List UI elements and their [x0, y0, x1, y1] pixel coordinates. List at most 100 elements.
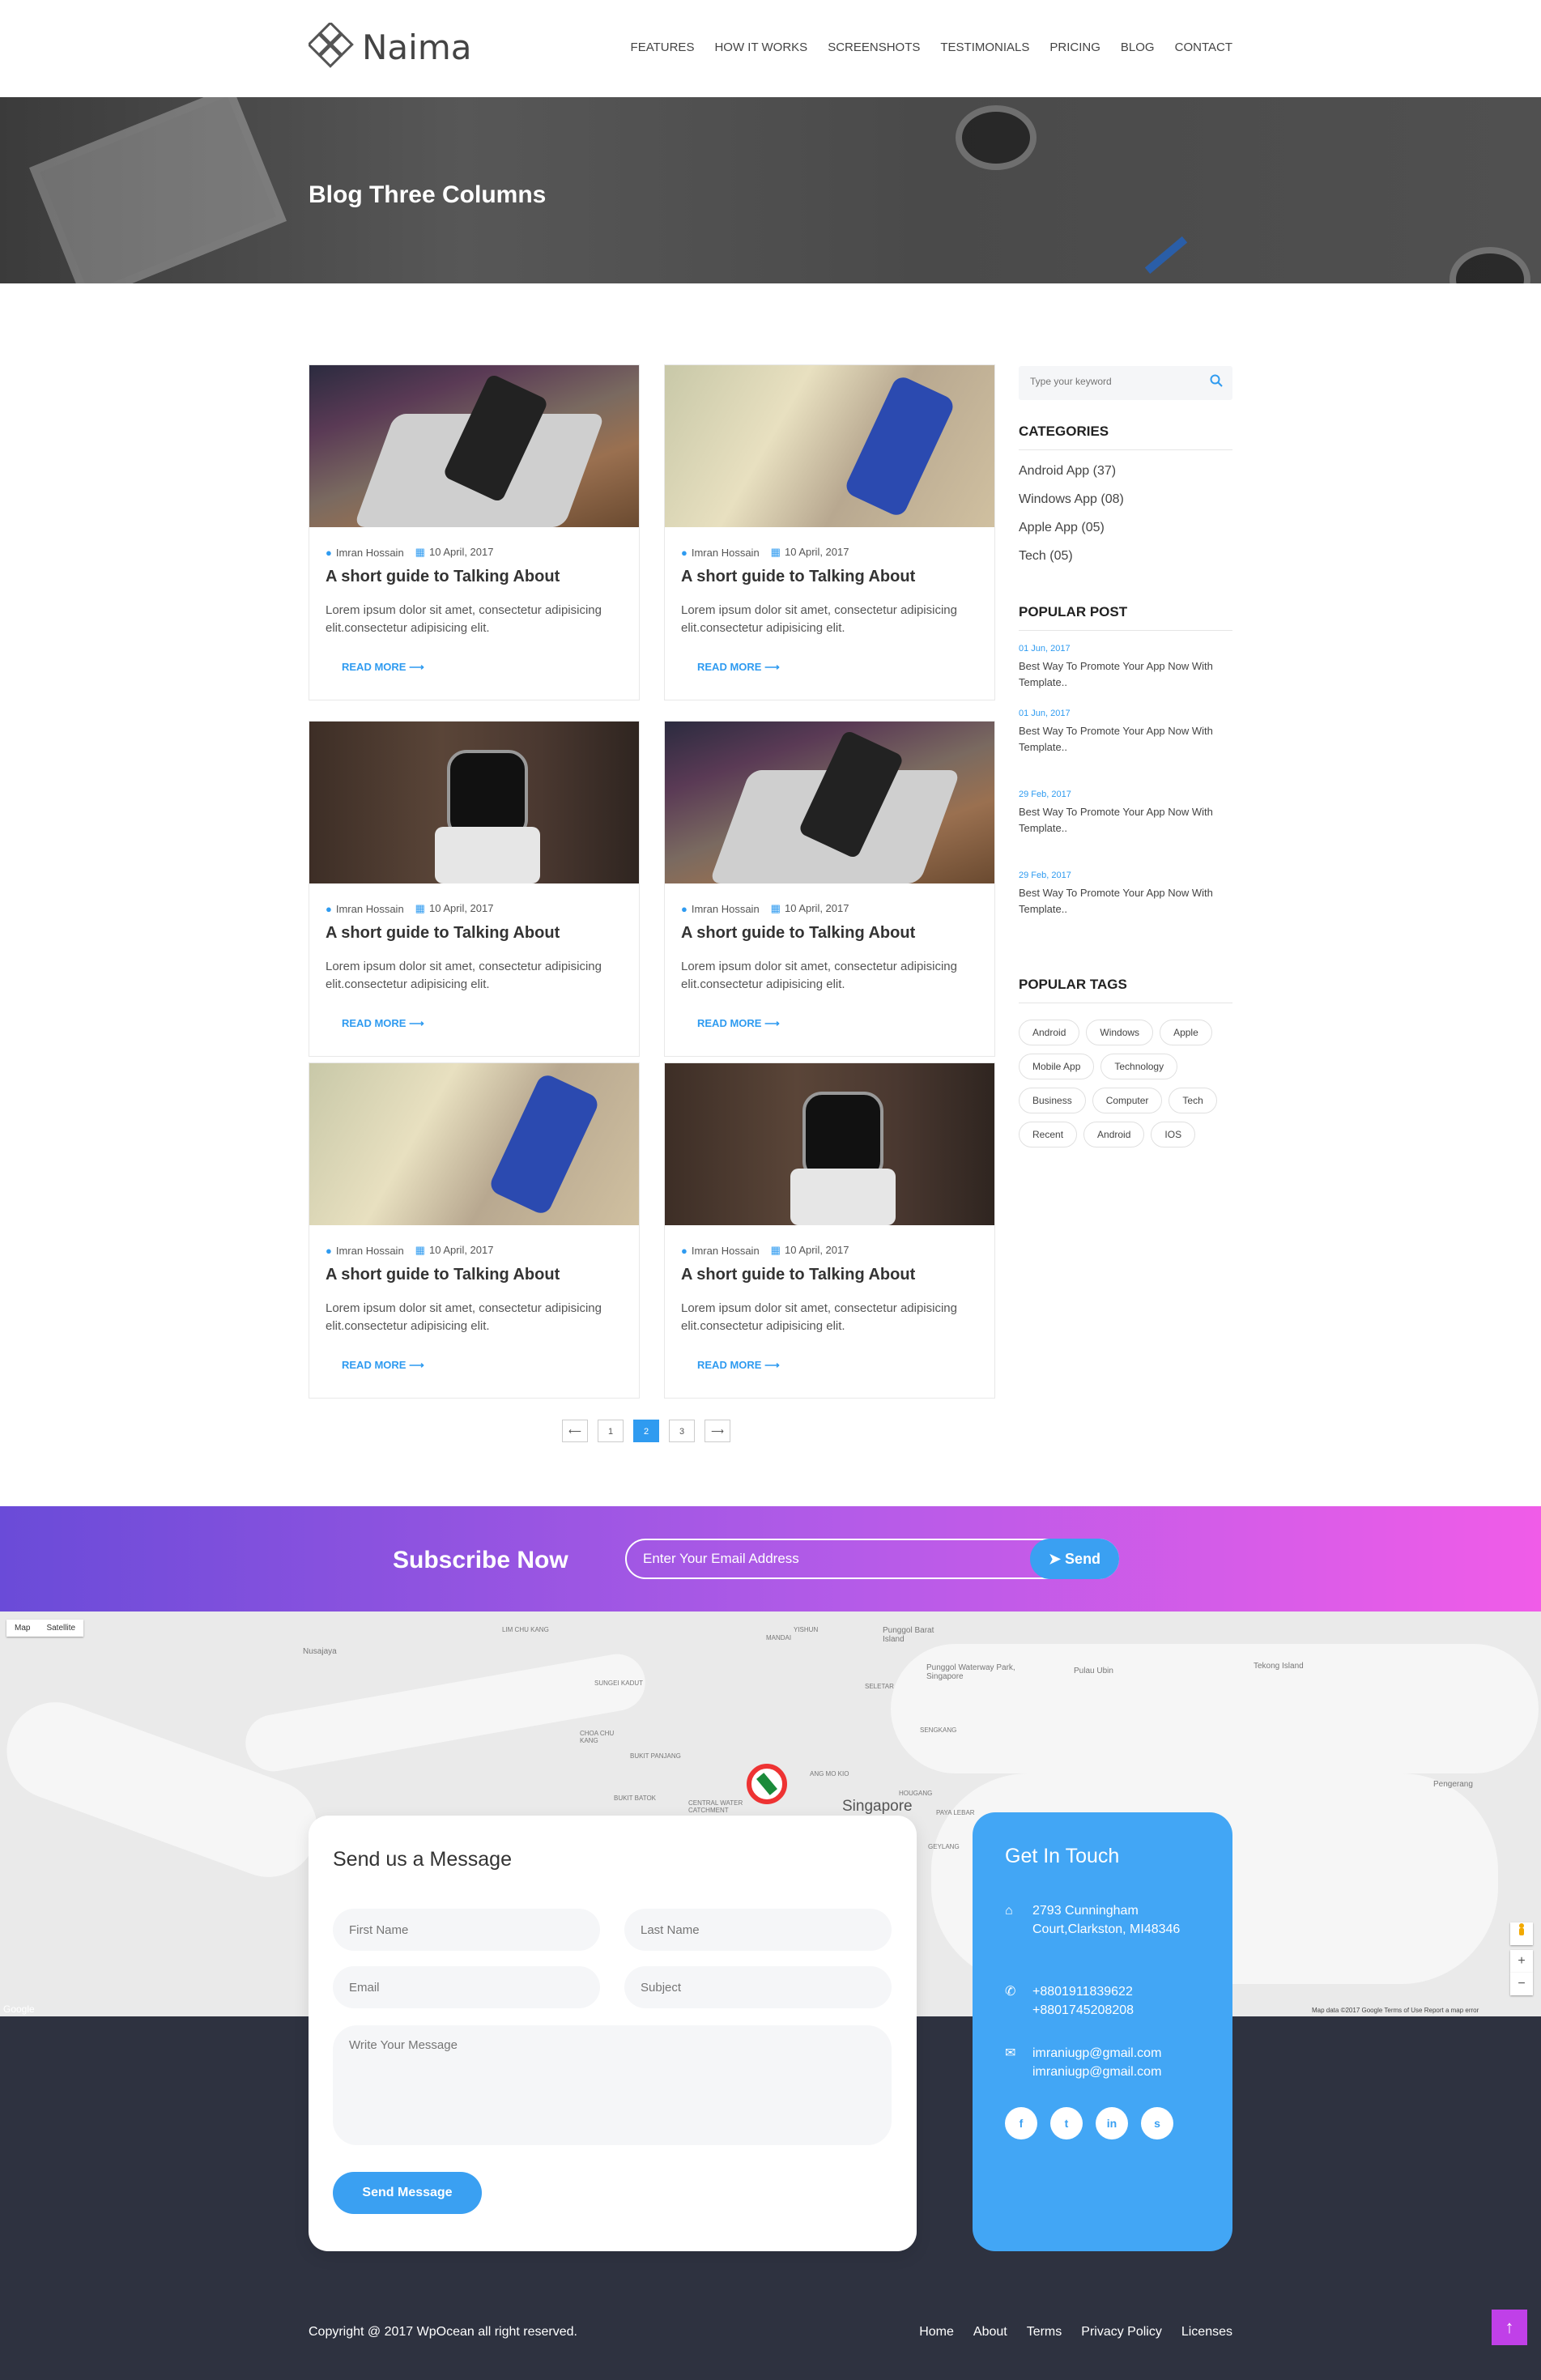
categories-title: CATEGORIES: [1019, 424, 1232, 450]
author: ● Imran Hossain: [681, 547, 760, 559]
footer-link-terms[interactable]: Terms: [1027, 2325, 1062, 2340]
blog-card-title[interactable]: A short guide to Talking About: [326, 924, 560, 943]
first-name-field[interactable]: [333, 1909, 600, 1951]
read-more-link[interactable]: READ MORE ⟶: [697, 661, 780, 674]
category-item[interactable]: Windows App (08): [1019, 492, 1232, 507]
popular-post-link[interactable]: Best Way To Promote Your App Now With Te…: [1019, 885, 1232, 918]
read-more-link[interactable]: READ MORE ⟶: [342, 1017, 424, 1030]
author-name[interactable]: Imran Hossain: [336, 1245, 404, 1257]
author: ● Imran Hossain: [681, 903, 760, 915]
tag-recent[interactable]: Recent: [1019, 1122, 1078, 1147]
tag-ios[interactable]: IOS: [1151, 1122, 1196, 1147]
popular-post-link[interactable]: Best Way To Promote Your App Now With Te…: [1019, 804, 1232, 837]
blog-card-title[interactable]: A short guide to Talking About: [326, 1266, 560, 1284]
author-name[interactable]: Imran Hossain: [692, 547, 760, 559]
logo[interactable]: Naima: [309, 23, 471, 71]
tag-tech[interactable]: Tech: [1169, 1088, 1217, 1113]
popular-post-link[interactable]: Best Way To Promote Your App Now With Te…: [1019, 658, 1232, 691]
linkedin-icon[interactable]: in: [1096, 2107, 1128, 2139]
nav-blog[interactable]: BLOG: [1121, 40, 1155, 54]
author-name[interactable]: Imran Hossain: [336, 547, 404, 559]
popular-post-item[interactable]: 01 Jun, 2017 Best Way To Promote Your Ap…: [1019, 644, 1232, 691]
device-shape: [447, 750, 528, 839]
nav-pricing[interactable]: PRICING: [1049, 40, 1100, 54]
subscribe-email-input[interactable]: [643, 1551, 1015, 1567]
popular-post-item[interactable]: 29 Feb, 2017 Best Way To Promote Your Ap…: [1019, 790, 1232, 837]
phone-number[interactable]: +8801745208208: [1032, 2001, 1134, 2020]
post-date: 10 April, 2017: [784, 546, 849, 558]
next-page-button[interactable]: ⟶: [705, 1420, 730, 1442]
back-to-top-button[interactable]: ↑: [1492, 2310, 1527, 2345]
category-item[interactable]: Tech (05): [1019, 549, 1232, 564]
tag-computer[interactable]: Computer: [1092, 1088, 1163, 1113]
page-3-button[interactable]: 3: [669, 1420, 695, 1442]
blog-card-title[interactable]: A short guide to Talking About: [681, 568, 915, 586]
tag-android[interactable]: Android: [1019, 1020, 1080, 1045]
footer-link-privacy-policy[interactable]: Privacy Policy: [1081, 2325, 1162, 2340]
footer-link-about[interactable]: About: [973, 2325, 1007, 2340]
nav-contact[interactable]: CONTACT: [1175, 40, 1232, 54]
footer-link-home[interactable]: Home: [919, 2325, 954, 2340]
subscribe-send-button[interactable]: ➤ Send: [1030, 1539, 1119, 1579]
blog-card-image[interactable]: [309, 722, 639, 883]
message-field[interactable]: [333, 2025, 892, 2145]
satellite-view-button[interactable]: Satellite: [38, 1620, 83, 1637]
read-more-link[interactable]: READ MORE ⟶: [342, 661, 424, 674]
page-1-button[interactable]: 1: [598, 1420, 624, 1442]
footer-link-licenses[interactable]: Licenses: [1181, 2325, 1232, 2340]
facebook-icon[interactable]: f: [1005, 2107, 1037, 2139]
tag-android[interactable]: Android: [1083, 1122, 1145, 1147]
device-shape: [842, 373, 957, 519]
blog-card-image[interactable]: [665, 365, 994, 527]
tag-business[interactable]: Business: [1019, 1088, 1086, 1113]
blog-card-image[interactable]: [309, 365, 639, 527]
skype-icon[interactable]: s: [1141, 2107, 1173, 2139]
blog-card: ● Imran Hossain ▦ 10 April, 2017 A short gui…: [309, 364, 640, 700]
map-view-button[interactable]: Map: [6, 1620, 38, 1637]
blog-card-title[interactable]: A short guide to Talking About: [681, 924, 915, 943]
twitter-icon[interactable]: t: [1050, 2107, 1083, 2139]
nav-testimonials[interactable]: TESTIMONIALS: [940, 40, 1029, 54]
read-more-link[interactable]: READ MORE ⟶: [697, 1359, 780, 1372]
popular-post-link[interactable]: Best Way To Promote Your App Now With Te…: [1019, 723, 1232, 756]
blog-card-image[interactable]: [309, 1063, 639, 1225]
banner-coffee-cup-image: [1449, 247, 1530, 283]
map-location-pin-icon[interactable]: [747, 1764, 787, 1804]
email-address[interactable]: imraniugp@gmail.com: [1032, 2044, 1161, 2063]
search-input[interactable]: [1030, 376, 1192, 387]
nav-screenshots[interactable]: SCREENSHOTS: [828, 40, 920, 54]
zoom-in-button[interactable]: +: [1510, 1950, 1533, 1973]
subject-field[interactable]: [624, 1966, 892, 2008]
calendar-icon: ▦: [415, 546, 425, 558]
tag-windows[interactable]: Windows: [1086, 1020, 1154, 1045]
nav-features[interactable]: FEATURES: [631, 40, 695, 54]
read-more-link[interactable]: READ MORE ⟶: [697, 1017, 780, 1030]
author-name[interactable]: Imran Hossain: [692, 903, 760, 915]
email-address[interactable]: imraniugp@gmail.com: [1032, 2063, 1161, 2081]
blog-card-title[interactable]: A short guide to Talking About: [326, 568, 560, 586]
tag-technology[interactable]: Technology: [1100, 1054, 1178, 1079]
last-name-field[interactable]: [624, 1909, 892, 1951]
category-item[interactable]: Apple App (05): [1019, 521, 1232, 535]
blog-card-image[interactable]: [665, 722, 994, 883]
blog-card-meta: ● Imran Hossain ▦ 10 April, 2017: [681, 902, 849, 915]
tag-mobile-app[interactable]: Mobile App: [1019, 1054, 1095, 1079]
prev-page-button[interactable]: ⟵: [562, 1420, 588, 1442]
popular-post-item[interactable]: 29 Feb, 2017 Best Way To Promote Your Ap…: [1019, 871, 1232, 918]
tag-apple[interactable]: Apple: [1160, 1020, 1212, 1045]
page-2-button[interactable]: 2: [633, 1420, 659, 1442]
zoom-out-button[interactable]: −: [1510, 1973, 1533, 1995]
pegman-icon[interactable]: [1510, 1922, 1533, 1945]
category-item[interactable]: Android App (37): [1019, 464, 1232, 479]
author-name[interactable]: Imran Hossain: [692, 1245, 760, 1257]
blog-card-title[interactable]: A short guide to Talking About: [681, 1266, 915, 1284]
read-more-link[interactable]: READ MORE ⟶: [342, 1359, 424, 1372]
send-message-button[interactable]: Send Message: [333, 2172, 482, 2214]
phone-number[interactable]: +8801911839622: [1032, 1982, 1134, 2001]
nav-how-it-works[interactable]: HOW IT WORKS: [714, 40, 807, 54]
search-icon[interactable]: [1210, 374, 1223, 391]
popular-post-item[interactable]: 01 Jun, 2017 Best Way To Promote Your Ap…: [1019, 709, 1232, 756]
author-name[interactable]: Imran Hossain: [336, 903, 404, 915]
blog-card-image[interactable]: [665, 1063, 994, 1225]
email-field[interactable]: [333, 1966, 600, 2008]
